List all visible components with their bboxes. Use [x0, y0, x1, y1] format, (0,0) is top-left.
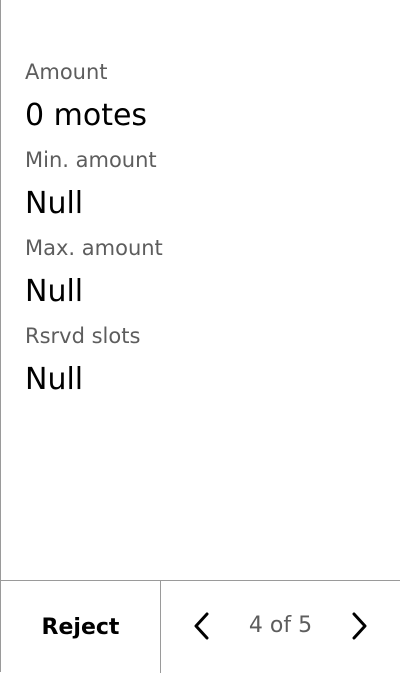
next-page-button[interactable]	[342, 608, 378, 644]
field-label: Rsrvd slots	[25, 324, 141, 348]
reject-button[interactable]: Reject	[1, 581, 161, 673]
field-value: Null	[25, 186, 84, 221]
field-value: Null	[25, 274, 84, 309]
field-reserved-slots: Rsrvd slots Null	[25, 322, 384, 410]
action-bar: Reject 4 of 5	[1, 580, 400, 673]
field-label: Max. amount	[25, 236, 163, 260]
field-value: 0 motes	[25, 98, 148, 133]
chevron-right-icon	[351, 611, 369, 641]
review-screen: Amount 0 motes Min. amount Null Max. amo…	[0, 0, 400, 673]
field-value: Null	[25, 362, 84, 397]
pager: 4 of 5	[161, 581, 400, 673]
field-amount: Amount 0 motes	[25, 58, 384, 146]
field-label: Min. amount	[25, 148, 157, 172]
field-label: Amount	[25, 60, 108, 84]
field-list: Amount 0 motes Min. amount Null Max. amo…	[25, 58, 384, 410]
field-max-amount: Max. amount Null	[25, 234, 384, 322]
field-min-amount: Min. amount Null	[25, 146, 384, 234]
